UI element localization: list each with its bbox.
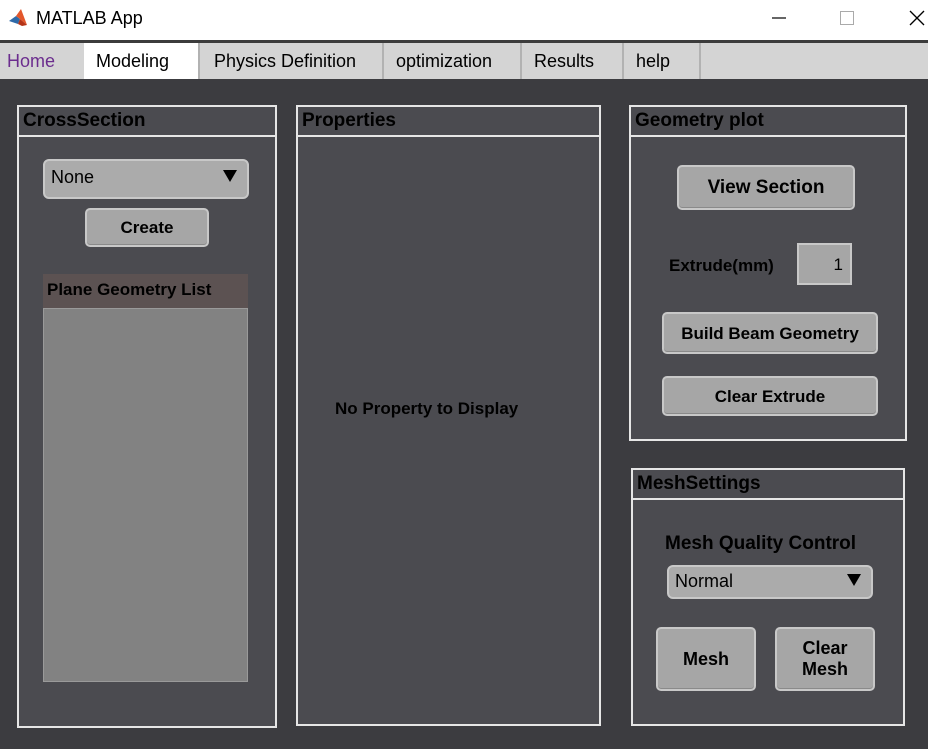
maximize-icon[interactable] xyxy=(824,0,870,36)
tab-modeling[interactable]: Modeling xyxy=(84,43,198,79)
tab-bar: Home Modeling Physics Definition optimiz… xyxy=(0,40,928,79)
clear-mesh-label-line1: Clear xyxy=(802,638,848,658)
extrude-label: Extrude(mm) xyxy=(669,256,774,275)
mesh-quality-dropdown[interactable]: Normal xyxy=(667,565,873,599)
mesh-settings-title: MeshSettings xyxy=(633,470,903,500)
clear-mesh-button[interactable]: Clear Mesh xyxy=(775,627,875,691)
main-content: CrossSection None Create Plane Geometry … xyxy=(0,79,928,749)
cross-section-title: CrossSection xyxy=(19,107,275,137)
matlab-logo-icon xyxy=(7,7,29,29)
cross-section-panel: CrossSection None Create Plane Geometry … xyxy=(17,105,277,728)
chevron-down-icon xyxy=(847,574,861,586)
mesh-button[interactable]: Mesh xyxy=(656,627,756,691)
tab-help[interactable]: help xyxy=(624,43,701,79)
mesh-settings-panel: MeshSettings Mesh Quality Control Normal… xyxy=(631,468,905,726)
tab-results[interactable]: Results xyxy=(522,43,624,79)
close-icon[interactable] xyxy=(894,0,928,36)
window-title-bar: MATLAB App xyxy=(0,0,928,40)
tab-physics-definition[interactable]: Physics Definition xyxy=(198,43,384,79)
window-title: MATLAB App xyxy=(36,8,143,28)
clear-mesh-label-line2: Mesh xyxy=(801,659,848,679)
mesh-quality-label: Mesh Quality Control xyxy=(665,533,857,554)
tab-optimization[interactable]: optimization xyxy=(384,43,522,79)
plane-geometry-list[interactable] xyxy=(43,308,248,682)
create-button[interactable]: Create xyxy=(85,208,209,247)
tab-home[interactable]: Home xyxy=(0,43,84,79)
plane-geometry-list-header: Plane Geometry List xyxy=(43,274,248,308)
chevron-down-icon xyxy=(223,170,237,182)
geometry-plot-panel: Geometry plot View Section Extrude(mm) 1… xyxy=(629,105,907,441)
properties-title: Properties xyxy=(298,107,599,137)
build-beam-geometry-button[interactable]: Build Beam Geometry xyxy=(662,312,878,354)
no-property-message: No Property to Display xyxy=(335,399,519,418)
view-section-button[interactable]: View Section xyxy=(677,165,855,210)
extrude-input[interactable]: 1 xyxy=(797,243,852,285)
mesh-quality-value: Normal xyxy=(675,571,734,591)
minimize-icon[interactable] xyxy=(756,0,802,36)
cross-section-dropdown[interactable]: None xyxy=(43,159,249,199)
cross-section-dropdown-value: None xyxy=(51,167,95,187)
properties-panel: Properties No Property to Display xyxy=(296,105,601,726)
clear-extrude-button[interactable]: Clear Extrude xyxy=(662,376,878,416)
geometry-plot-title: Geometry plot xyxy=(631,107,905,137)
